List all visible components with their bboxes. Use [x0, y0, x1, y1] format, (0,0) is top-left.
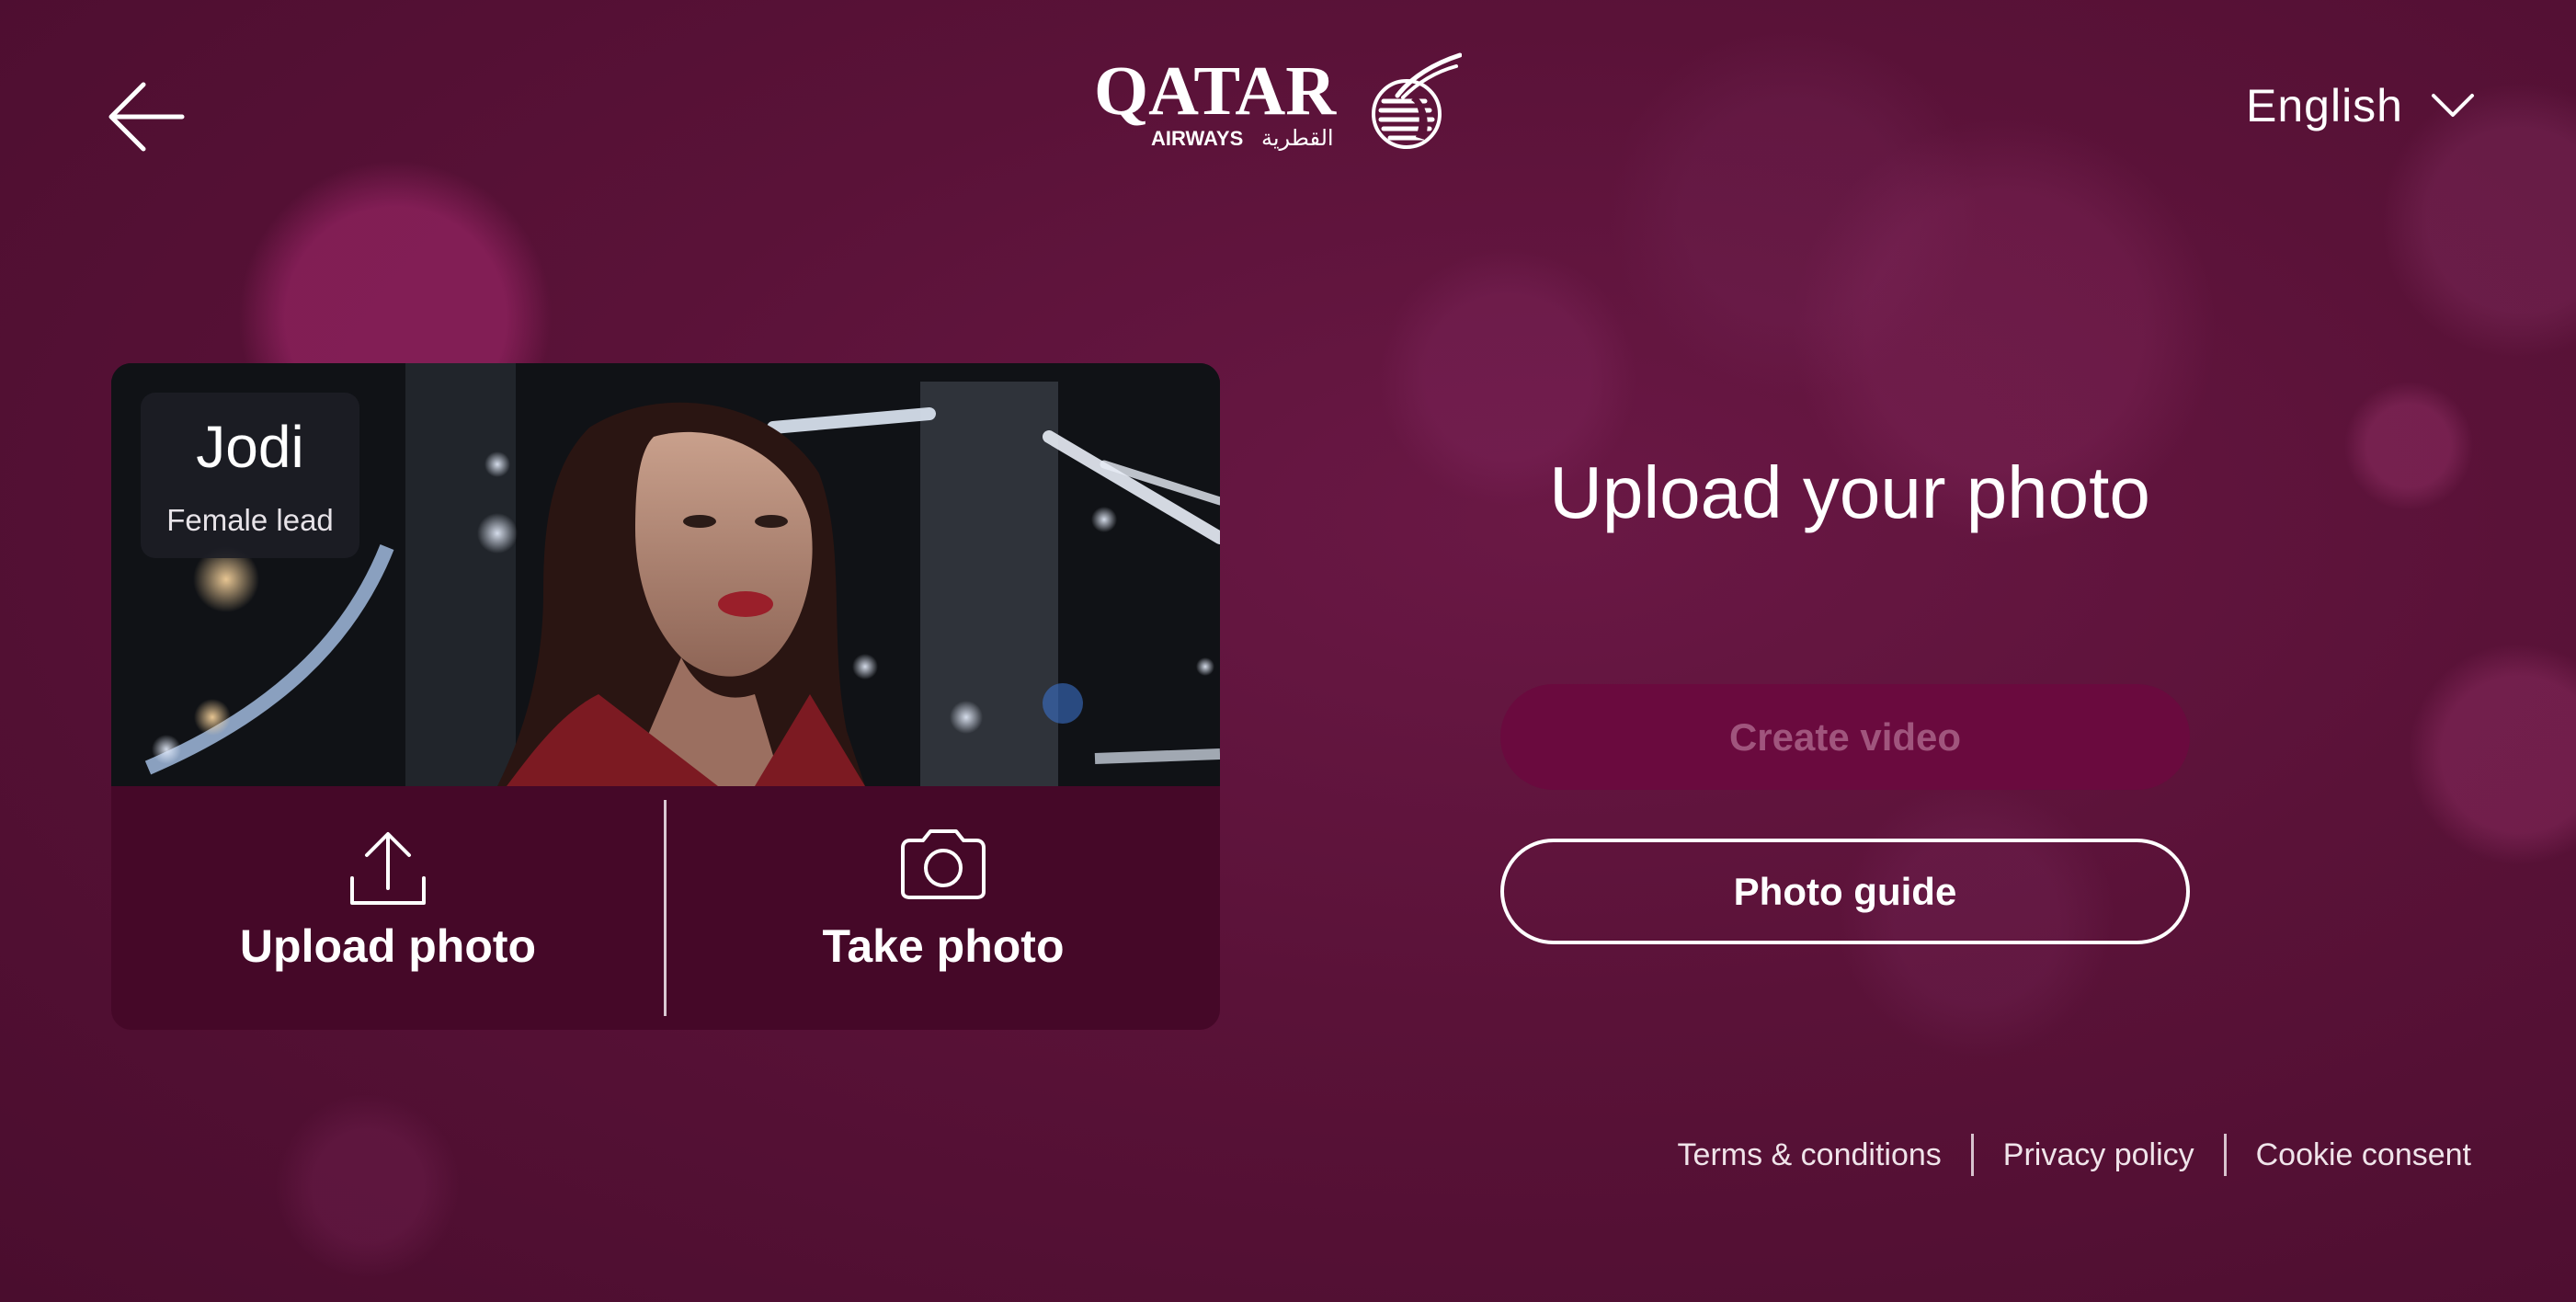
character-photo: Jodi Female lead	[111, 363, 1220, 786]
svg-text:القطرية: القطرية	[1261, 125, 1334, 151]
arrow-left-icon	[108, 82, 185, 152]
character-role: Female lead	[166, 503, 334, 537]
footer-divider	[2223, 1134, 2227, 1176]
top-bar: QATAR AIRWAYS القطرية English	[0, 0, 2576, 221]
privacy-link[interactable]: Privacy policy	[2003, 1137, 2194, 1173]
character-tag: Jodi Female lead	[141, 393, 359, 558]
page-title: Upload your photo	[1549, 451, 2150, 533]
cookie-link[interactable]: Cookie consent	[2256, 1137, 2471, 1173]
take-photo-button[interactable]: Take photo	[667, 786, 1220, 1030]
character-card: Jodi Female lead Upload photo Take photo	[111, 363, 1220, 1030]
svg-text:QATAR: QATAR	[1094, 52, 1337, 130]
terms-link[interactable]: Terms & conditions	[1678, 1137, 1942, 1173]
chevron-down-icon	[2432, 94, 2474, 117]
upload-icon	[350, 832, 426, 905]
create-video-button[interactable]: Create video	[1500, 684, 2190, 790]
language-selector[interactable]: English	[2246, 74, 2475, 138]
photo-guide-button[interactable]: Photo guide	[1500, 839, 2190, 944]
footer-divider	[1970, 1134, 1974, 1176]
upload-photo-button[interactable]: Upload photo	[111, 786, 665, 1030]
camera-icon	[901, 829, 986, 899]
svg-text:AIRWAYS: AIRWAYS	[1151, 127, 1243, 150]
language-label: English	[2246, 80, 2403, 131]
upload-photo-label: Upload photo	[239, 920, 537, 972]
back-button[interactable]	[107, 77, 186, 156]
photo-actions: Upload photo Take photo	[111, 786, 1220, 1030]
qatar-airways-logo: QATAR AIRWAYS القطرية	[1094, 50, 1463, 160]
character-name: Jodi	[196, 414, 304, 480]
footer-links: Terms & conditions Privacy policy Cookie…	[1678, 1134, 2471, 1176]
take-photo-label: Take photo	[822, 920, 1065, 972]
